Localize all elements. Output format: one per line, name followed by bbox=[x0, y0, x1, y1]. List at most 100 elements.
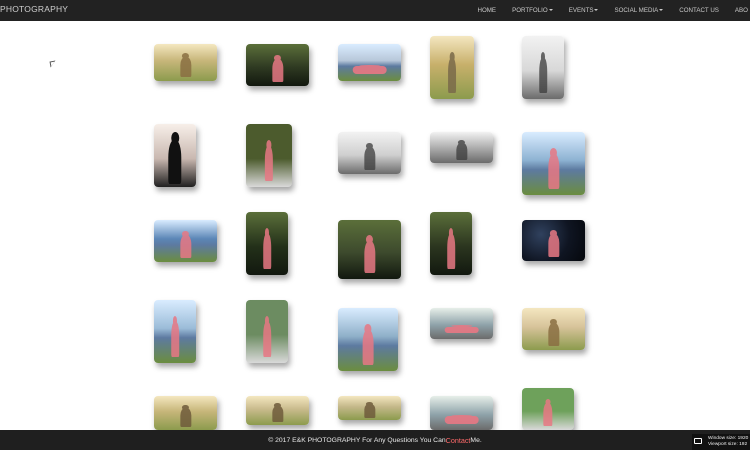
gallery-thumbnail[interactable] bbox=[430, 396, 493, 430]
thumbnail-image bbox=[430, 36, 474, 99]
gallery-thumbnail[interactable] bbox=[430, 36, 474, 99]
thumbnail-image bbox=[338, 132, 401, 174]
nav-events-label: EVENTS bbox=[568, 7, 594, 14]
person-figure bbox=[271, 58, 284, 82]
dropdown-caret-icon bbox=[594, 9, 599, 12]
gallery-thumbnail[interactable] bbox=[154, 124, 196, 187]
person-figure bbox=[363, 146, 376, 170]
thumbnail-image bbox=[338, 44, 401, 81]
gallery-thumbnail[interactable] bbox=[522, 388, 574, 430]
person-figure bbox=[352, 66, 387, 75]
gallery-thumbnail[interactable] bbox=[522, 132, 585, 195]
nav-social-media[interactable]: SOCIAL MEDIA bbox=[606, 7, 671, 14]
thumbnail-image bbox=[430, 308, 493, 339]
gallery-thumbnail[interactable] bbox=[338, 132, 401, 174]
footer-contact-link[interactable]: Contact bbox=[446, 436, 471, 445]
thumbnail-image bbox=[430, 132, 493, 163]
gallery-thumbnail[interactable] bbox=[246, 396, 309, 425]
thumbnail-image bbox=[522, 388, 574, 430]
thumbnail-image bbox=[154, 220, 217, 262]
person-figure bbox=[363, 404, 376, 418]
window-size-label: Window size: bbox=[708, 436, 737, 441]
thumbnail-image bbox=[338, 308, 398, 371]
person-figure bbox=[171, 322, 179, 357]
window-size-value: 1920 bbox=[737, 436, 749, 441]
gallery-thumbnail[interactable] bbox=[430, 308, 493, 339]
person-figure bbox=[547, 322, 560, 346]
nav-social-media-label: SOCIAL MEDIA bbox=[614, 7, 659, 14]
gallery-thumbnail[interactable] bbox=[522, 308, 585, 350]
person-figure bbox=[448, 58, 456, 93]
person-figure bbox=[179, 56, 192, 78]
window-icon bbox=[694, 438, 702, 444]
thumbnail-image bbox=[246, 300, 288, 363]
thumbnail-image bbox=[522, 308, 585, 350]
person-figure bbox=[263, 234, 271, 269]
person-figure bbox=[362, 330, 374, 365]
nav-contact-us[interactable]: CONTACT US bbox=[671, 7, 727, 14]
gallery-thumbnail[interactable] bbox=[522, 220, 585, 261]
person-figure bbox=[444, 326, 479, 334]
photo-gallery bbox=[0, 21, 750, 430]
gallery-thumbnail[interactable] bbox=[154, 300, 196, 363]
thumbnail-image bbox=[338, 220, 401, 279]
site-footer: © 2017 E&K PHOTOGRAPHY For Any Questions… bbox=[0, 430, 750, 450]
dropdown-caret-icon bbox=[548, 9, 553, 12]
nav-portfolio-label: PORTFOLIO bbox=[512, 7, 548, 14]
thumbnail-image bbox=[522, 220, 585, 261]
gallery-thumbnail[interactable] bbox=[338, 396, 401, 420]
thumbnail-image bbox=[246, 124, 292, 187]
thumbnail-image bbox=[430, 396, 493, 430]
gallery-thumbnail[interactable] bbox=[246, 44, 309, 86]
gallery-thumbnail[interactable] bbox=[154, 396, 217, 430]
thumbnail-image bbox=[430, 212, 472, 275]
person-figure bbox=[444, 416, 479, 424]
footer-text-before: © 2017 E&K PHOTOGRAPHY For Any Questions… bbox=[268, 436, 446, 444]
nav-about[interactable]: ABO bbox=[727, 7, 750, 14]
gallery-thumbnail[interactable] bbox=[338, 44, 401, 81]
person-figure bbox=[363, 240, 376, 274]
thumbnail-image bbox=[522, 36, 564, 99]
gallery-thumbnail[interactable] bbox=[430, 212, 472, 275]
nav-events[interactable]: EVENTS bbox=[561, 7, 607, 14]
gallery-thumbnail[interactable] bbox=[338, 308, 398, 371]
footer-text-after: Me. bbox=[470, 436, 482, 444]
top-nav: HOME PORTFOLIO EVENTS SOCIAL MEDIA CONTA… bbox=[470, 0, 750, 21]
gallery-thumbnail[interactable] bbox=[154, 220, 217, 262]
person-figure bbox=[179, 407, 192, 427]
gallery-thumbnail[interactable] bbox=[522, 36, 564, 99]
gallery-thumbnail[interactable] bbox=[338, 220, 401, 279]
thumbnail-image bbox=[522, 132, 585, 195]
nav-home-label: HOME bbox=[477, 7, 497, 14]
nav-home[interactable]: HOME bbox=[470, 7, 505, 14]
top-navbar: PHOTOGRAPHY HOME PORTFOLIO EVENTS SOCIAL… bbox=[0, 0, 750, 21]
thumbnail-image bbox=[246, 212, 288, 275]
person-figure bbox=[271, 406, 284, 423]
gallery-thumbnail[interactable] bbox=[246, 124, 292, 187]
person-figure bbox=[179, 234, 192, 258]
person-figure bbox=[539, 58, 547, 93]
person-figure bbox=[168, 139, 182, 184]
person-figure bbox=[455, 142, 468, 160]
gallery-thumbnail[interactable] bbox=[246, 300, 288, 363]
thumbnail-image bbox=[154, 124, 196, 187]
thumbnail-image bbox=[154, 396, 217, 430]
gallery-thumbnail[interactable] bbox=[430, 132, 493, 163]
person-figure bbox=[543, 402, 553, 426]
gallery-thumbnail[interactable] bbox=[246, 212, 288, 275]
window-size-overlay: Window size: 1920 Viewport size: 192 bbox=[692, 434, 750, 450]
person-figure bbox=[447, 234, 455, 269]
site-brand[interactable]: PHOTOGRAPHY bbox=[0, 4, 68, 14]
nav-portfolio[interactable]: PORTFOLIO bbox=[504, 7, 561, 14]
person-figure bbox=[264, 146, 274, 181]
gallery-thumbnail[interactable] bbox=[154, 44, 217, 81]
person-figure bbox=[547, 154, 560, 189]
viewport-size-label: Viewport size: bbox=[708, 442, 738, 447]
nav-about-label: ABO bbox=[734, 7, 748, 14]
person-figure bbox=[547, 234, 560, 257]
dropdown-caret-icon bbox=[659, 9, 664, 12]
person-figure bbox=[263, 322, 271, 357]
viewport-size-value: 192 bbox=[739, 442, 748, 447]
thumbnail-image bbox=[246, 44, 309, 86]
thumbnail-image bbox=[338, 396, 401, 420]
